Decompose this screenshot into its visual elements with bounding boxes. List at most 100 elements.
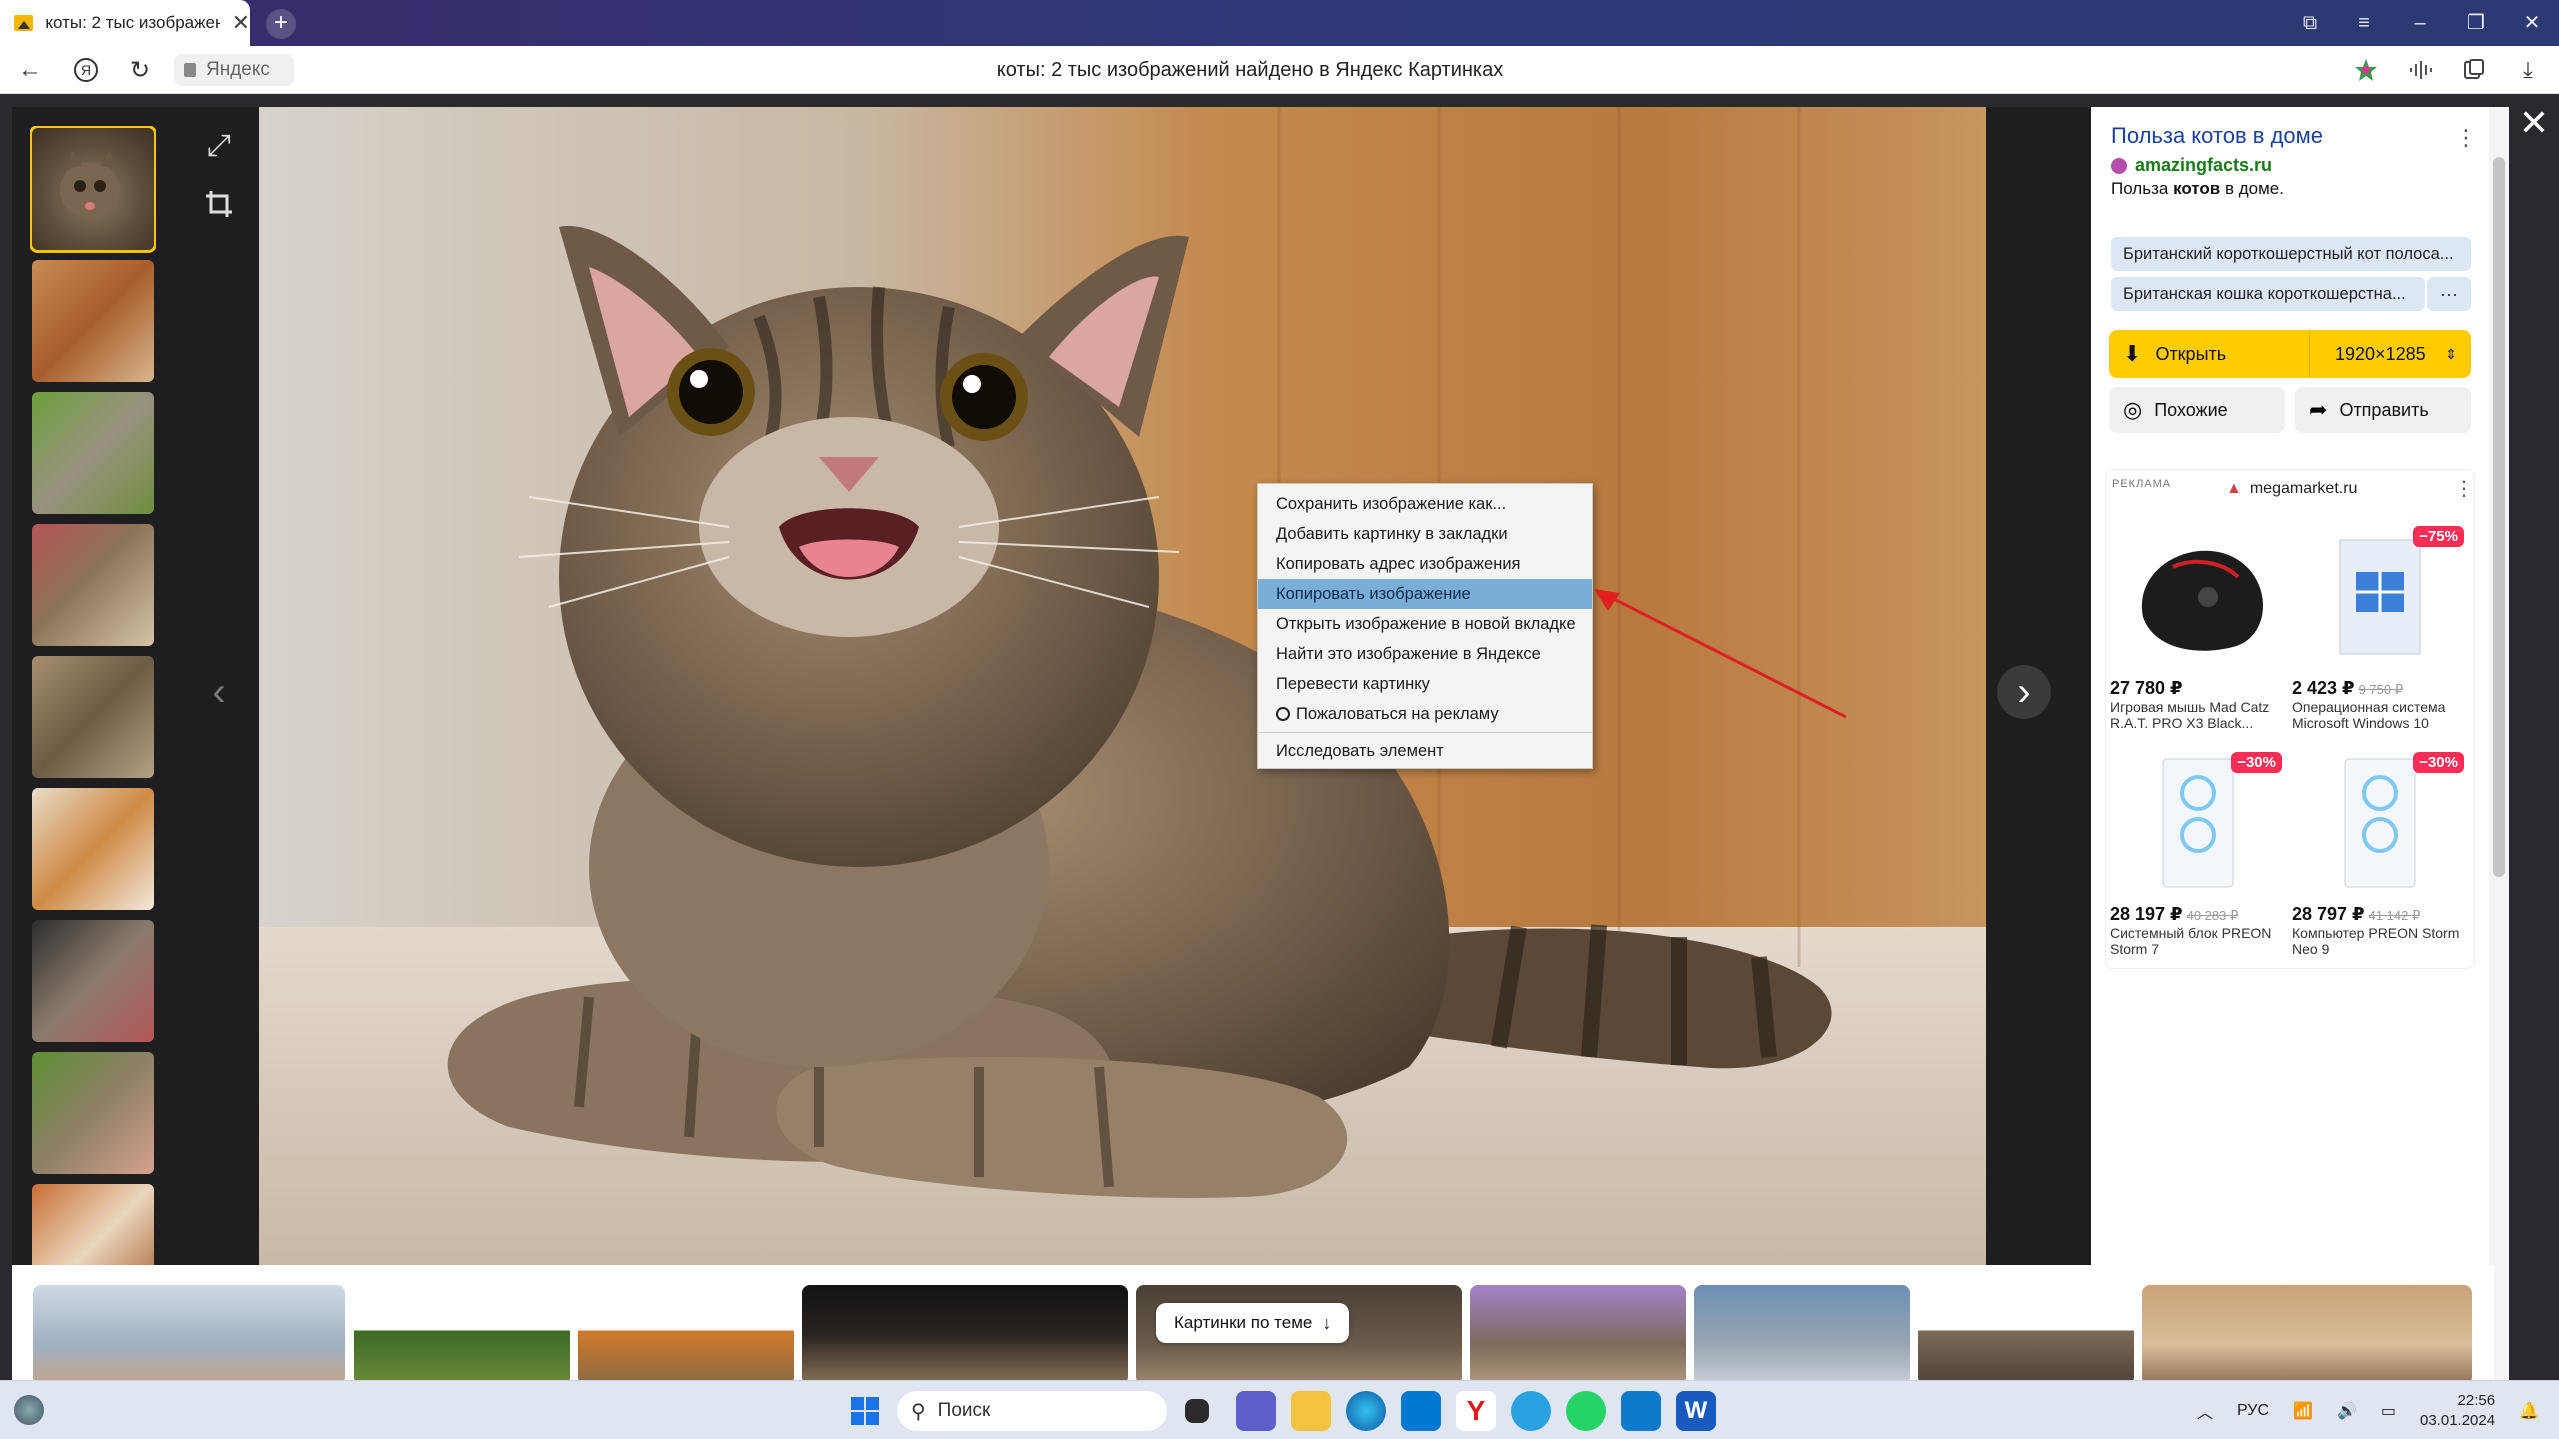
related-image[interactable] <box>578 1285 794 1380</box>
whatsapp-icon[interactable] <box>1566 1391 1606 1431</box>
address-bar: коты: 2 тыс изображений найдено в Яндекс… <box>0 46 2559 94</box>
wifi-icon[interactable]: 📶 <box>2293 1401 2313 1421</box>
related-tag[interactable]: Британский короткошерстный кот полоса... <box>2111 237 2471 271</box>
more-tags-button[interactable]: ··· <box>2427 277 2471 311</box>
thumbnail-list <box>30 126 156 1266</box>
yandex-browser-icon[interactable]: Y <box>1456 1391 1496 1431</box>
menu-divider <box>1258 732 1592 733</box>
teams-icon[interactable] <box>1236 1391 1276 1431</box>
word-icon[interactable]: W <box>1676 1391 1716 1431</box>
menu-bookmark-image[interactable]: Добавить картинку в закладки <box>1258 519 1592 549</box>
menu-search-image-yandex[interactable]: Найти это изображение в Яндексе <box>1258 639 1592 669</box>
camera-search-icon: ◎ <box>2123 397 2143 422</box>
page-title: коты: 2 тыс изображений найдено в Яндекс… <box>996 59 1504 81</box>
language-indicator[interactable]: РУС <box>2237 1402 2269 1420</box>
browser-tab-bar: коты: 2 тыс изображений ✕ + ⧉ ≡ – ❐ ✕ <box>0 0 2559 46</box>
thumbnail-item[interactable] <box>32 260 154 382</box>
download-icon[interactable]: ⤓ <box>2504 46 2552 94</box>
thumbnail-item[interactable] <box>30 126 156 253</box>
address-field[interactable]: Яндекс <box>174 54 294 86</box>
ad-block: РЕКЛАМА ▲ megamarket.ru ⋮ 27 780 ₽ Игров… <box>2105 469 2475 969</box>
voice-assistant-icon[interactable] <box>2398 46 2446 94</box>
thumbnail-item[interactable] <box>32 656 154 778</box>
product-card[interactable]: −75% 2 423 ₽9 750 ₽ Операционная система… <box>2292 522 2470 731</box>
related-image[interactable] <box>802 1285 1128 1380</box>
yandex-logo-icon[interactable]: Я <box>66 46 106 94</box>
minimize-icon[interactable]: – <box>2400 8 2440 38</box>
product-image <box>2110 522 2286 672</box>
widgets-icon[interactable] <box>14 1395 44 1425</box>
site-favicon-icon <box>2111 157 2127 174</box>
vertical-scrollbar[interactable] <box>2489 107 2509 1380</box>
thumbnail-item[interactable] <box>32 392 154 514</box>
notes-icon[interactable] <box>2450 46 2498 94</box>
related-tag[interactable]: Британская кошка короткошерстна... <box>2111 277 2425 311</box>
thumbnail-item[interactable] <box>32 524 154 646</box>
new-tab-button[interactable]: + <box>266 9 296 39</box>
taskbar-search[interactable]: ⚲ Поиск <box>897 1391 1167 1431</box>
edge-icon[interactable] <box>1346 1391 1386 1431</box>
file-explorer-icon[interactable] <box>1291 1391 1331 1431</box>
clock[interactable]: 22:56 03.01.2024 <box>2420 1391 2495 1431</box>
related-image[interactable] <box>1470 1285 1686 1380</box>
menu-copy-image-address[interactable]: Копировать адрес изображения <box>1258 549 1592 579</box>
panel-more-icon[interactable]: ⋮ <box>2455 125 2477 151</box>
task-view-icon[interactable] <box>1185 1399 1209 1423</box>
product-card[interactable]: 27 780 ₽ Игровая мышь Mad Catz R.A.T. PR… <box>2110 522 2288 731</box>
tab-close-icon[interactable]: ✕ <box>232 10 250 36</box>
source-title-link[interactable]: Польза котов в доме <box>2111 123 2323 149</box>
open-button[interactable]: ⬇ Открыть 1920×1285 ⇕ <box>2109 330 2471 378</box>
similar-button[interactable]: ◎ Похожие <box>2109 387 2285 433</box>
ad-source[interactable]: ▲ megamarket.ru <box>2226 480 2357 498</box>
window-close-icon[interactable]: ✕ <box>2512 8 2552 38</box>
restore-icon[interactable]: ❐ <box>2456 8 2496 38</box>
store-icon[interactable] <box>1401 1391 1441 1431</box>
ad-more-icon[interactable]: ⋮ <box>2454 476 2474 501</box>
menu-translate-image[interactable]: Перевести картинку <box>1258 669 1592 699</box>
tray-overflow-icon[interactable]: ︿ <box>2197 1399 2213 1423</box>
search-icon: ⚲ <box>911 1400 926 1423</box>
scrollbar-thumb[interactable] <box>2493 157 2505 877</box>
product-price: 28 197 ₽40 283 ₽ <box>2110 904 2239 924</box>
battery-icon[interactable]: ▭ <box>2381 1401 2396 1421</box>
source-domain: amazingfacts.ru <box>2135 155 2273 175</box>
thumbnail-item[interactable] <box>32 1052 154 1174</box>
extension-icon[interactable] <box>2342 46 2390 94</box>
menu-open-image-new-tab[interactable]: Открыть изображение в новой вкладке <box>1258 609 1592 639</box>
product-name: Операционная система Microsoft Windows 1… <box>2292 699 2446 731</box>
related-image[interactable] <box>2142 1285 2472 1380</box>
notifications-icon[interactable]: 🔔 <box>2519 1401 2539 1421</box>
prev-image-button[interactable]: ‹ <box>192 665 246 719</box>
related-image[interactable] <box>1918 1285 2134 1380</box>
close-viewer-icon[interactable]: ✕ <box>2512 101 2556 145</box>
related-topic-button[interactable]: Картинки по теме ↓ <box>1156 1303 1350 1343</box>
reload-icon[interactable]: ↻ <box>120 46 160 94</box>
bookmarks-collections-icon[interactable]: ⧉ <box>2290 8 2330 38</box>
related-image[interactable] <box>1694 1285 1910 1380</box>
tab-title: коты: 2 тыс изображений <box>45 13 219 32</box>
browser-tab-active[interactable]: коты: 2 тыс изображений ✕ <box>0 0 250 46</box>
vscode-icon[interactable] <box>1621 1391 1661 1431</box>
start-button[interactable] <box>845 1391 885 1431</box>
crop-icon[interactable] <box>196 181 242 227</box>
menu-report-ad[interactable]: Пожаловаться на рекламу <box>1258 699 1592 729</box>
volume-icon[interactable]: 🔊 <box>2337 1401 2357 1421</box>
share-button[interactable]: ➦ Отправить <box>2295 387 2471 433</box>
button-divider <box>2309 330 2310 378</box>
thumbnail-item[interactable] <box>32 1184 154 1266</box>
menu-copy-image[interactable]: Копировать изображение <box>1258 579 1592 609</box>
source-site[interactable]: amazingfacts.ru <box>2111 155 2272 176</box>
menu-icon[interactable]: ≡ <box>2344 8 2384 38</box>
product-card[interactable]: −30% 28 797 ₽41 142 ₽ Компьютер PREON St… <box>2292 748 2470 957</box>
thumbnail-item[interactable] <box>32 920 154 1042</box>
menu-save-image[interactable]: Сохранить изображение как... <box>1258 489 1592 519</box>
related-image[interactable] <box>33 1285 345 1380</box>
product-card[interactable]: −30% 28 197 ₽40 283 ₽ Системный блок PRE… <box>2110 748 2288 957</box>
related-image[interactable] <box>354 1285 570 1380</box>
back-icon[interactable]: ← <box>10 46 50 94</box>
menu-inspect-element[interactable]: Исследовать элемент <box>1258 736 1592 766</box>
telegram-icon[interactable] <box>1511 1391 1551 1431</box>
fullscreen-icon[interactable]: ⤢ <box>196 123 242 169</box>
thumbnail-item[interactable] <box>32 788 154 910</box>
next-image-button[interactable]: › <box>1997 665 2051 719</box>
